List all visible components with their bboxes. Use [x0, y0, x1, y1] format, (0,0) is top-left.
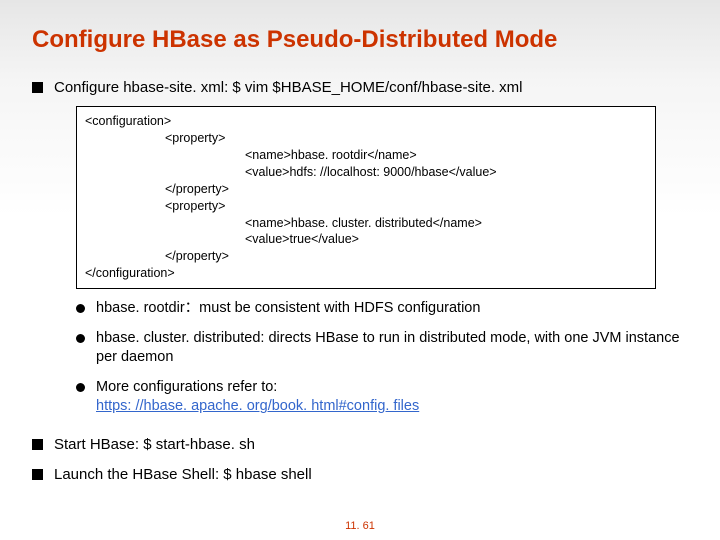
bullet-launch-shell: Launch the HBase Shell: $ hbase shell [32, 465, 688, 485]
sub-bullet-distributed: hbase. cluster. distributed: directs HBa… [76, 329, 688, 368]
code-line: <property> [85, 130, 647, 147]
sub-text: hbase. cluster. distributed: directs HBa… [96, 330, 680, 366]
bullet-text: Launch the HBase Shell: $ hbase shell [54, 466, 312, 483]
sub-text: hbase. rootdir [96, 300, 185, 316]
code-line: <value>true</value> [85, 231, 647, 248]
bullet-text: Configure hbase-site. xml: $ vim $HBASE_… [54, 79, 523, 96]
page-title: Configure HBase as Pseudo-Distributed Mo… [32, 26, 688, 54]
page-number: 11. 61 [0, 520, 720, 532]
sub-bullet-more-config: More configurations refer to: https: //h… [76, 378, 688, 417]
sub-bullet-rootdir: hbase. rootdir：must be consistent with H… [76, 299, 688, 319]
bullet-list: Configure hbase-site. xml: $ vim $HBASE_… [32, 78, 688, 485]
code-line: <configuration> [85, 114, 171, 128]
code-line: </property> [85, 248, 647, 265]
code-box: <configuration> <property> <name>hbase. … [76, 106, 656, 289]
bullet-start-hbase: Start HBase: $ start-hbase. sh [32, 435, 688, 455]
code-line: <name>hbase. rootdir</name> [85, 147, 647, 164]
bullet-configure-site: Configure hbase-site. xml: $ vim $HBASE_… [32, 78, 688, 417]
bullet-text: Start HBase: $ start-hbase. sh [54, 436, 255, 453]
sub-text: More configurations refer to: [96, 379, 277, 395]
code-line: <property> [85, 198, 647, 215]
config-link[interactable]: https: //hbase. apache. org/book. html#c… [96, 398, 419, 414]
code-line: </property> [85, 181, 647, 198]
code-line: </configuration> [85, 266, 175, 280]
sub-text: ：must be consistent with HDFS configurat… [185, 300, 481, 316]
slide: Configure HBase as Pseudo-Distributed Mo… [0, 0, 720, 540]
code-line: <value>hdfs: //localhost: 9000/hbase</va… [85, 164, 647, 181]
code-line: <name>hbase. cluster. distributed</name> [85, 215, 647, 232]
sub-bullet-list: hbase. rootdir：must be consistent with H… [54, 299, 688, 417]
